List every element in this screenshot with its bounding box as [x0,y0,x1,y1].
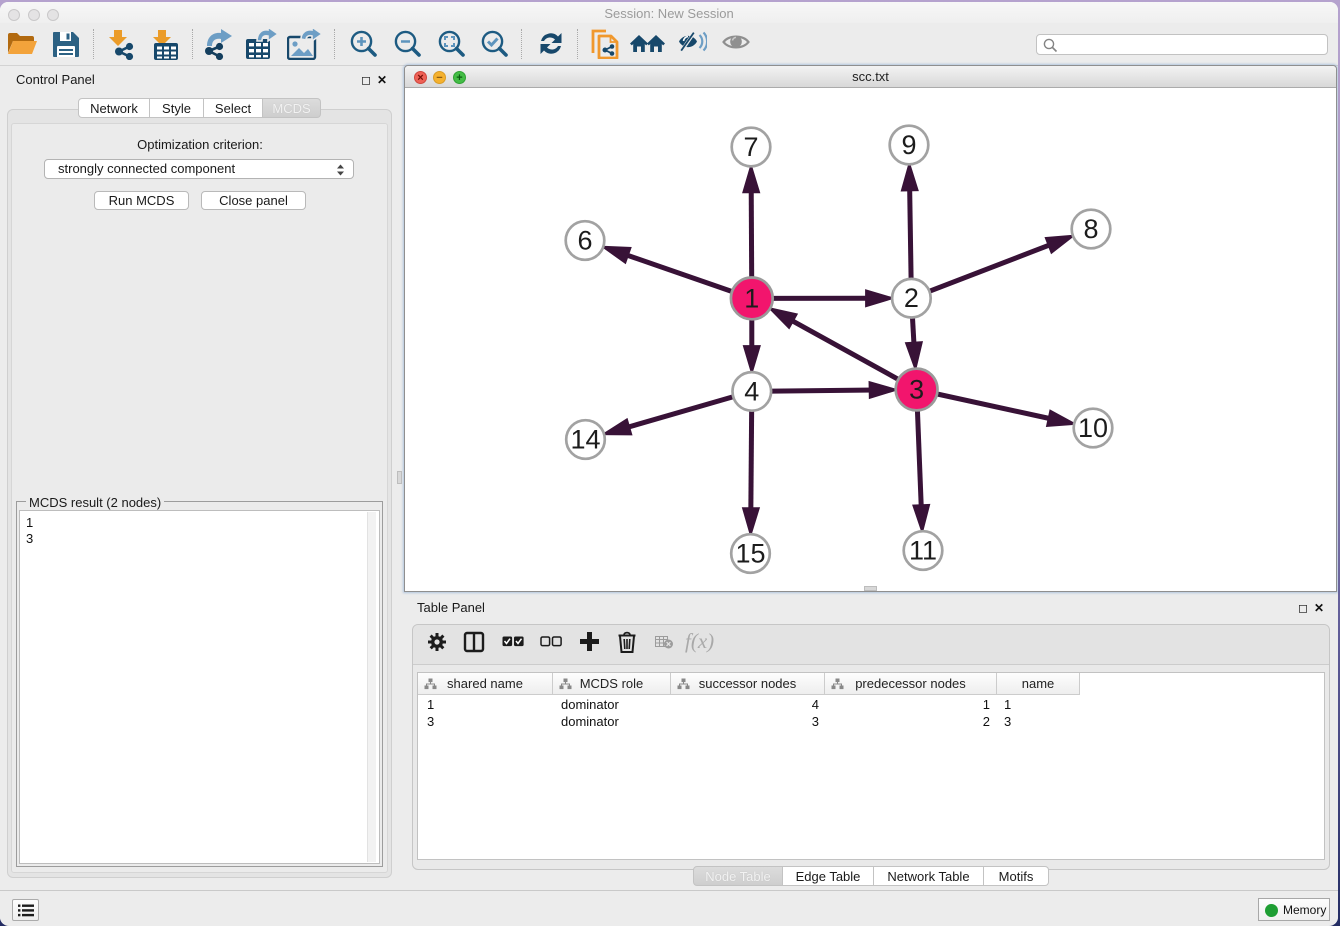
svg-text:4: 4 [744,376,759,406]
svg-text:2: 2 [904,283,919,313]
svg-text:15: 15 [735,539,765,569]
svg-text:6: 6 [577,226,592,256]
svg-text:3: 3 [909,375,924,405]
svg-text:7: 7 [743,132,758,162]
svg-text:9: 9 [901,130,916,160]
svg-text:11: 11 [909,536,937,566]
svg-text:14: 14 [570,425,600,455]
svg-text:1: 1 [744,283,759,313]
svg-text:10: 10 [1078,413,1108,443]
svg-text:8: 8 [1083,214,1098,244]
